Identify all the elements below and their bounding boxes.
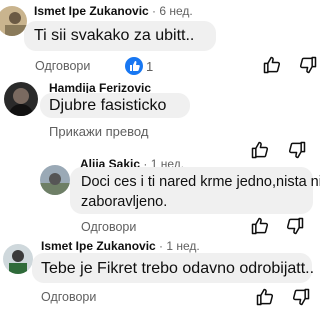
dislike-icon[interactable]: [291, 287, 311, 307]
author-name: Ismet Ipe Zukanovic: [41, 239, 156, 253]
avatar[interactable]: [40, 165, 70, 195]
comment-age: · 6 нед.: [148, 4, 193, 18]
reply-button[interactable]: Одговори: [41, 290, 96, 304]
comment-author[interactable]: Ismet Ipe Zukanovic · 6 нед.: [34, 4, 193, 18]
comment-text: Tebe je Fikret trebo odavno odrobijatt..: [41, 260, 315, 277]
dislike-icon[interactable]: [298, 55, 318, 75]
dislike-icon[interactable]: [287, 140, 307, 160]
avatar[interactable]: [4, 82, 38, 116]
avatar[interactable]: [3, 244, 33, 274]
comment-text: Djubre fasisticko: [49, 97, 167, 114]
author-name: Ismet Ipe Zukanovic: [34, 4, 149, 18]
comment-age: · 1 нед.: [155, 239, 200, 253]
like-count: 1: [146, 59, 154, 74]
reply-button[interactable]: Одговори: [81, 220, 136, 234]
comment-text: Ti sii svakako za ubitt..: [34, 27, 195, 44]
comment-author[interactable]: Ismet Ipe Zukanovic · 1 нед.: [41, 239, 200, 253]
like-icon[interactable]: [255, 287, 275, 307]
like-icon[interactable]: [262, 55, 282, 75]
comment-text-line: Doci ces i ti nared krme jedno,nista nij…: [81, 174, 320, 190]
show-translation-link[interactable]: Прикажи превод: [49, 124, 148, 139]
avatar[interactable]: [0, 6, 27, 36]
like-icon[interactable]: [250, 140, 270, 160]
comment-text-line: zaboravljeno.: [81, 194, 168, 210]
like-icon[interactable]: [250, 216, 270, 236]
liked-reaction-icon: [124, 56, 144, 76]
reply-button[interactable]: Одговори: [35, 59, 90, 73]
dislike-icon[interactable]: [285, 216, 305, 236]
